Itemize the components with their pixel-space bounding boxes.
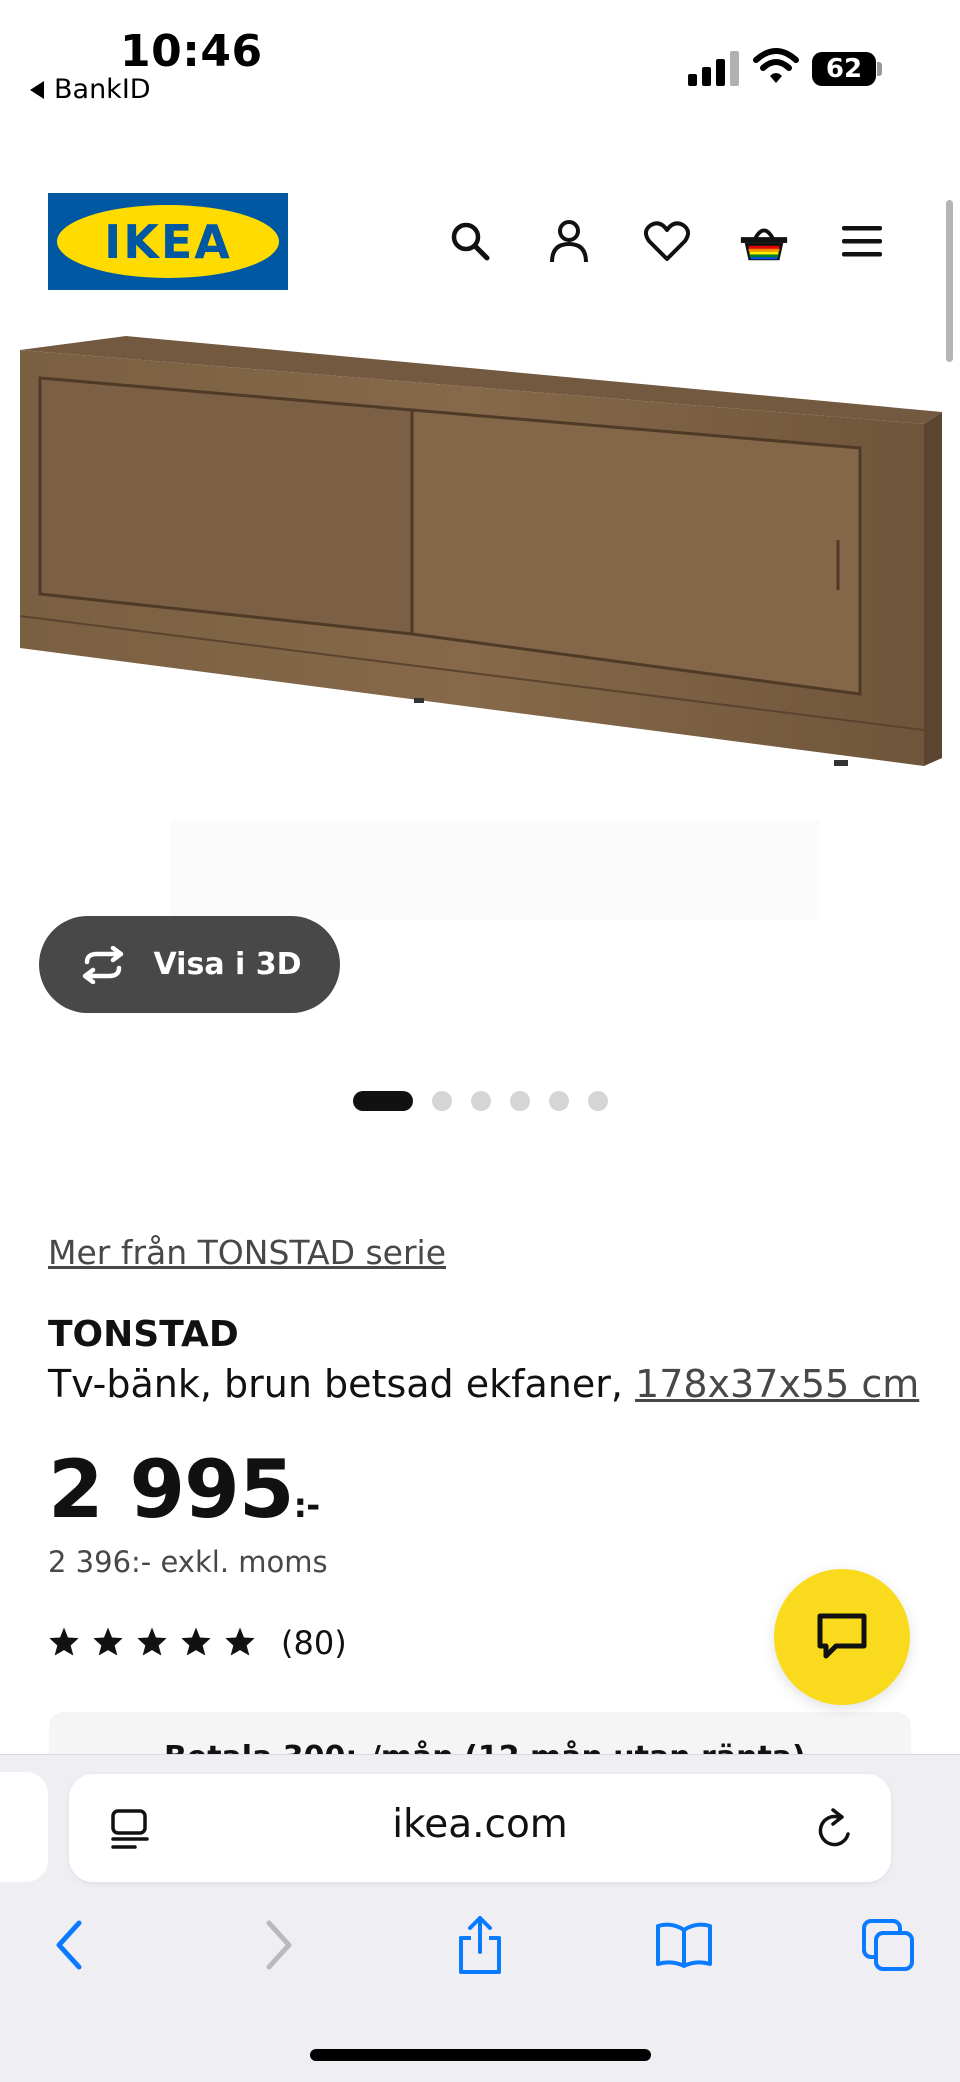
- review-count[interactable]: (80): [281, 1624, 347, 1662]
- product-name: TONSTAD: [48, 1314, 239, 1355]
- star-icon: [93, 1627, 123, 1656]
- home-indicator[interactable]: [310, 2049, 651, 2061]
- series-link[interactable]: Mer från TONSTAD serie: [48, 1233, 446, 1272]
- product-image[interactable]: [14, 330, 946, 830]
- rotate-3d-icon: [83, 945, 124, 984]
- view-3d-label: Visa i 3D: [153, 947, 302, 982]
- product-description: Tv-bänk, brun betsad ekfaner, 178x37x55 …: [48, 1362, 919, 1406]
- ikea-logo[interactable]: IKEA: [48, 193, 288, 290]
- battery-cap: [877, 62, 882, 76]
- gallery-dot[interactable]: [471, 1091, 491, 1111]
- forward-icon[interactable]: [248, 1915, 308, 1975]
- basket-icon[interactable]: [738, 215, 790, 267]
- battery-icon: 62: [812, 52, 876, 86]
- image-backdrop: [170, 820, 820, 920]
- profile-icon[interactable]: [543, 215, 595, 267]
- view-3d-button[interactable]: Visa i 3D: [39, 916, 340, 1013]
- gallery-dot[interactable]: [432, 1091, 452, 1111]
- heart-icon[interactable]: [641, 215, 693, 267]
- star-icon: [49, 1627, 79, 1656]
- tabs-icon[interactable]: [858, 1915, 918, 1975]
- gallery-pagination[interactable]: [353, 1091, 608, 1111]
- wifi-icon: [753, 48, 799, 83]
- back-app-label: BankID: [54, 74, 151, 105]
- price-value: 2 995: [48, 1443, 295, 1536]
- gallery-dot[interactable]: [549, 1091, 569, 1111]
- page-scroll-indicator[interactable]: [946, 200, 953, 362]
- rating-stars[interactable]: [48, 1626, 256, 1657]
- cellular-signal-icon: [688, 48, 739, 86]
- menu-icon[interactable]: [836, 215, 888, 267]
- reload-icon[interactable]: [812, 1806, 858, 1854]
- product-dimensions-link[interactable]: 178x37x55 cm: [635, 1362, 919, 1406]
- back-icon[interactable]: [40, 1915, 100, 1975]
- back-triangle-icon: [30, 80, 44, 99]
- gallery-dot[interactable]: [510, 1091, 530, 1111]
- chat-button[interactable]: [774, 1569, 910, 1705]
- price-suffix: :-: [293, 1486, 321, 1526]
- star-icon: [137, 1627, 167, 1656]
- product-type-text: Tv-bänk, brun betsad ekfaner,: [48, 1362, 623, 1406]
- search-icon[interactable]: [444, 215, 496, 267]
- bookmarks-icon[interactable]: [654, 1915, 714, 1975]
- share-icon[interactable]: [450, 1915, 510, 1975]
- back-to-app-link[interactable]: BankID: [30, 74, 151, 105]
- star-icon: [181, 1627, 211, 1656]
- gallery-dot-active[interactable]: [353, 1091, 413, 1111]
- logo-text: IKEA: [104, 214, 232, 269]
- chat-bubble-icon: [817, 1613, 867, 1659]
- star-icon: [225, 1627, 255, 1656]
- price-excl-vat: 2 396:- exkl. moms: [48, 1545, 328, 1579]
- product-price: 2 995:-: [48, 1443, 321, 1536]
- status-time: 10:46: [120, 26, 263, 77]
- gallery-dot[interactable]: [588, 1091, 608, 1111]
